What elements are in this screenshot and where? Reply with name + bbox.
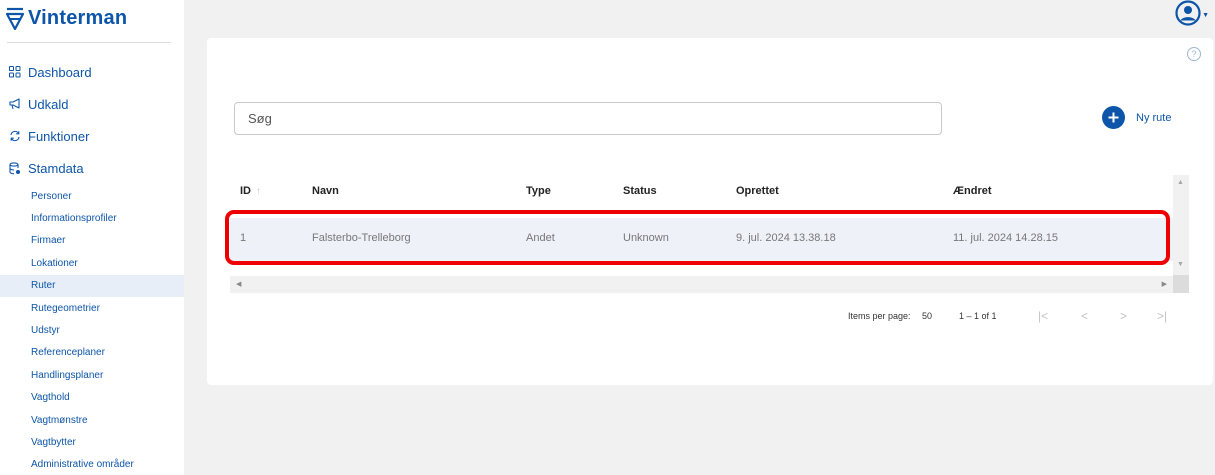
horizontal-scrollbar[interactable]: ◀ ▶: [230, 276, 1173, 293]
scroll-up-icon[interactable]: ▲: [1177, 179, 1184, 186]
column-header-status[interactable]: Status: [623, 185, 657, 197]
column-header-id[interactable]: ID ↑: [240, 185, 261, 197]
main-card: ? Ny rute ID ↑ Navn Type Status Oprettet…: [207, 38, 1213, 385]
next-page-icon[interactable]: >: [1120, 309, 1127, 323]
sidebar-subitem-vagtbytter[interactable]: Vagtbytter: [0, 431, 184, 453]
scroll-right-icon[interactable]: ▶: [1162, 280, 1167, 288]
column-header-oprettet[interactable]: Oprettet: [736, 185, 779, 197]
table-row[interactable]: 1 Falsterbo-Trelleborg Andet Unknown 9. …: [230, 218, 1173, 261]
sidebar-item-label: Stamdata: [28, 160, 84, 176]
logo-shield-icon: [6, 7, 24, 30]
column-header-type[interactable]: Type: [526, 185, 551, 197]
search-input[interactable]: [235, 103, 941, 134]
previous-page-icon[interactable]: <: [1081, 309, 1088, 323]
cell-status: Unknown: [623, 232, 669, 244]
chevron-down-icon: ▼: [1202, 11, 1209, 19]
sidebar-subitem-handlingsplaner[interactable]: Handlingsplaner: [0, 364, 184, 386]
account-circle-icon: [1175, 0, 1201, 26]
new-route-button[interactable]: Ny rute: [1102, 106, 1171, 129]
sidebar-item-label: Udkald: [28, 96, 69, 112]
vertical-scrollbar[interactable]: ▲ ▼: [1173, 175, 1189, 293]
sidebar-item-label: Dashboard: [28, 64, 92, 80]
cell-oprettet: 9. jul. 2024 13.38.18: [736, 232, 836, 244]
routes-table: ID ↑ Navn Type Status Oprettet Ændret 1 …: [225, 175, 1189, 293]
column-header-aendret[interactable]: Ændret: [953, 185, 992, 197]
sidebar-subitem-administrative-omraader[interactable]: Administrative områder: [0, 454, 184, 475]
sidebar-subitem-personer[interactable]: Personer: [0, 185, 184, 207]
page-size-select[interactable]: 50: [922, 311, 932, 321]
first-page-icon[interactable]: |<: [1038, 309, 1048, 323]
table-header: ID ↑ Navn Type Status Oprettet Ændret: [230, 175, 1173, 207]
sidebar-subitem-firmaer[interactable]: Firmaer: [0, 230, 184, 252]
page-range-label: 1 – 1 of 1: [959, 311, 997, 321]
new-route-label: Ny rute: [1136, 111, 1172, 124]
last-page-icon[interactable]: >|: [1157, 309, 1167, 323]
cell-id: 1: [240, 232, 247, 244]
scroll-left-icon[interactable]: ◀: [236, 280, 241, 288]
sort-arrow-up-icon: ↑: [256, 185, 261, 197]
sidebar-subitem-lokationer[interactable]: Lokationer: [0, 252, 184, 274]
sync-icon: [8, 129, 22, 143]
sidebar-item-label: Funktioner: [28, 128, 90, 144]
sidebar-subitem-vagtmonstre[interactable]: Vagtmønstre: [0, 409, 184, 431]
scrollbar-corner: [1173, 275, 1189, 293]
cell-navn: Falsterbo-Trelleborg: [312, 232, 411, 244]
database-icon: [8, 161, 22, 175]
dashboard-icon: [8, 65, 22, 79]
sidebar-subitem-ruter[interactable]: Ruter: [0, 274, 184, 297]
help-icon[interactable]: ?: [1187, 47, 1201, 61]
megaphone-icon: [8, 97, 22, 111]
app-logo[interactable]: Vinterman: [6, 4, 127, 32]
cell-aendret: 11. jul. 2024 14.28.15: [953, 232, 1058, 244]
column-header-navn[interactable]: Navn: [312, 185, 339, 197]
user-menu-button[interactable]: ▼: [1175, 0, 1209, 26]
search-field[interactable]: [234, 102, 942, 135]
sidebar-subitem-referenceplaner[interactable]: Referenceplaner: [0, 342, 184, 364]
sidebar-subitem-informationsprofiler[interactable]: Informationsprofiler: [0, 207, 184, 229]
items-per-page-label: Items per page:: [848, 311, 911, 321]
sidebar-subitem-rutegeometrier[interactable]: Rutegeometrier: [0, 297, 184, 319]
sidebar: Vinterman Dashboard Udkald Funktioner St…: [0, 0, 184, 475]
sidebar-item-udkald[interactable]: Udkald: [0, 88, 184, 120]
app-name: Vinterman: [28, 6, 128, 29]
sidebar-subitem-vagthold[interactable]: Vagthold: [0, 387, 184, 409]
paginator: Items per page: 50 1 – 1 of 1 |< < > >|: [848, 309, 1178, 325]
stamdata-submenu: Personer Informationsprofiler Firmaer Lo…: [0, 185, 184, 475]
scroll-down-icon[interactable]: ▼: [1177, 261, 1184, 268]
cell-type: Andet: [526, 232, 555, 244]
sidebar-subitem-udstyr[interactable]: Udstyr: [0, 319, 184, 341]
sidebar-item-dashboard[interactable]: Dashboard: [0, 56, 184, 88]
sidebar-item-funktioner[interactable]: Funktioner: [0, 120, 184, 152]
divider: [7, 42, 171, 43]
sidebar-nav: Dashboard Udkald Funktioner Stamdata Per…: [0, 56, 184, 475]
plus-icon: [1102, 106, 1125, 129]
sidebar-item-stamdata[interactable]: Stamdata: [0, 152, 184, 184]
